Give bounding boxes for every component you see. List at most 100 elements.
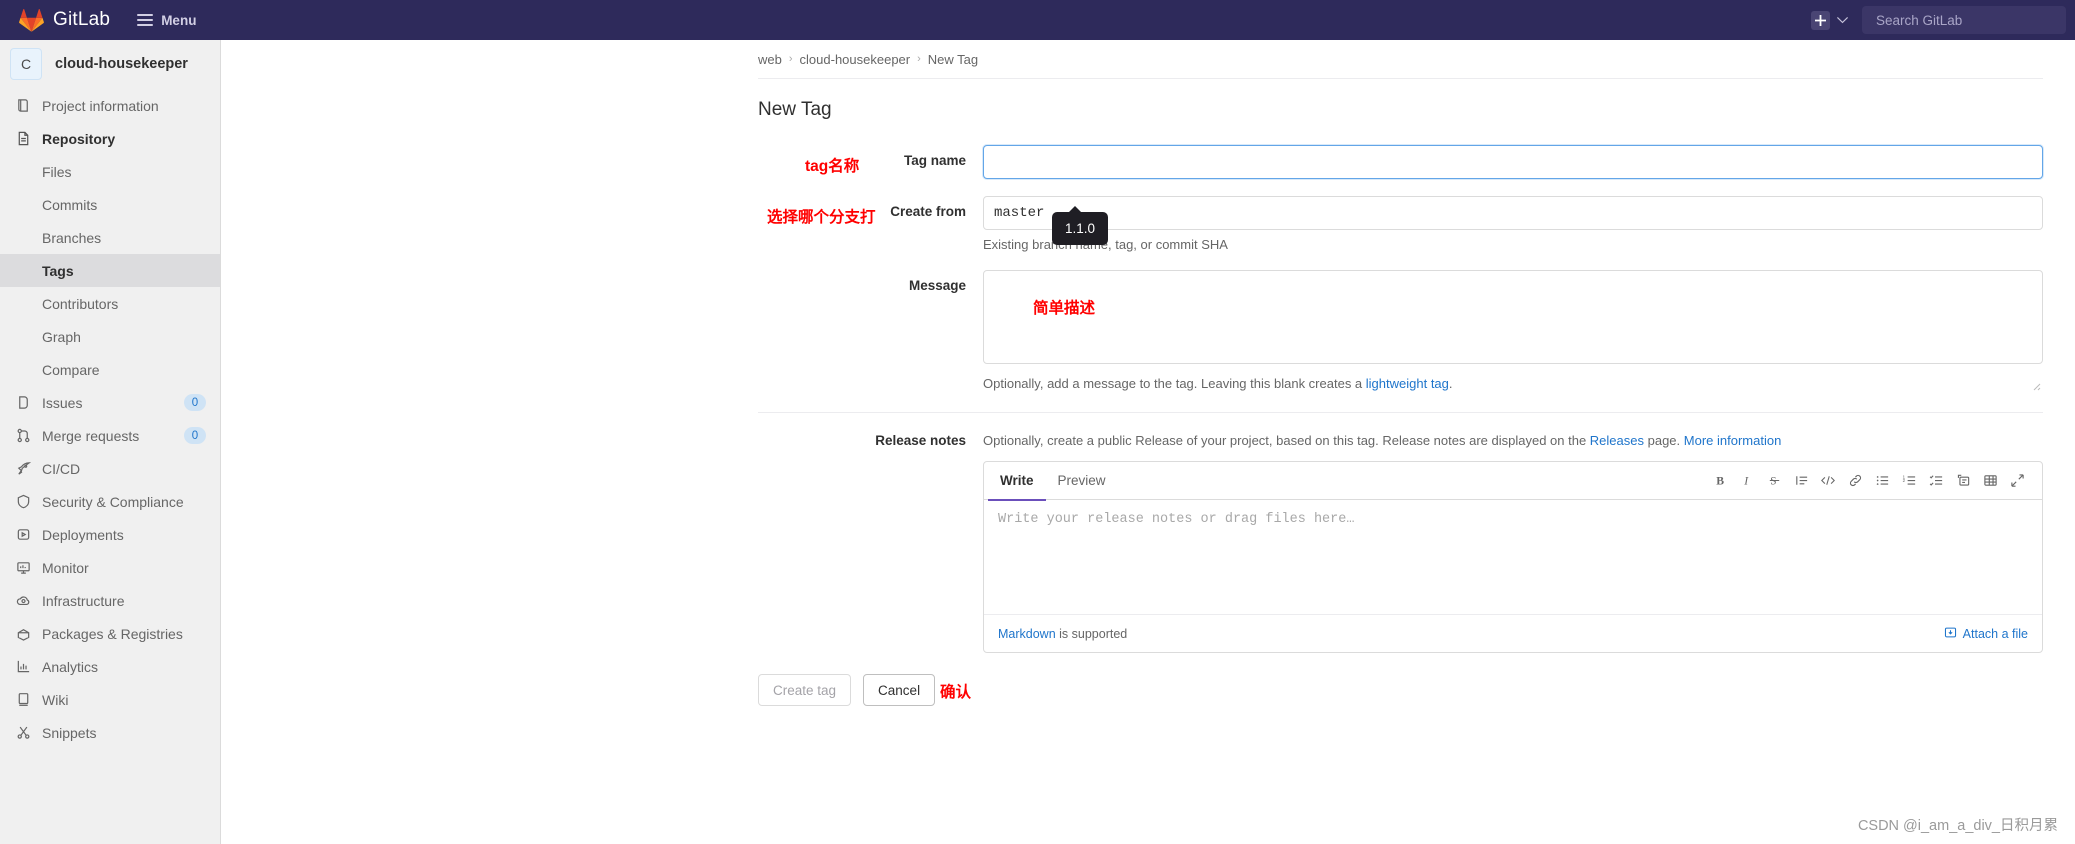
tag-name-tooltip: 1.1.0 <box>1052 206 1109 245</box>
gitlab-home-link[interactable]: GitLab <box>19 8 110 32</box>
user-menu-button[interactable] <box>1837 11 1848 29</box>
main-menu-label: Menu <box>161 12 197 28</box>
tab-write[interactable]: Write <box>988 462 1046 501</box>
sidebar-item-merge-requests[interactable]: Merge requests 0 <box>0 419 220 452</box>
more-information-link[interactable]: More information <box>1684 433 1782 448</box>
sidebar-item-repository[interactable]: Repository <box>0 122 220 155</box>
cancel-button[interactable]: Cancel <box>863 674 936 706</box>
breadcrumb-item-current: New Tag <box>927 51 979 67</box>
sidebar-item-deployments[interactable]: Deployments <box>0 518 220 551</box>
italic-icon[interactable]: I <box>1734 468 1760 494</box>
task-list-icon[interactable] <box>1923 468 1949 494</box>
page-title: New Tag <box>758 99 832 120</box>
sidebar-item-compare[interactable]: Compare <box>0 353 220 386</box>
bold-icon[interactable]: B <box>1707 468 1733 494</box>
editor-tabs: Write Preview <box>984 462 1118 501</box>
watermark: CSDN @i_am_a_div_日积月累 <box>1857 818 2058 834</box>
sidebar-item-label: Merge requests <box>42 427 140 444</box>
gitlab-wordmark: GitLab <box>53 9 111 30</box>
plus-icon <box>1815 14 1826 26</box>
sidebar-item-tags[interactable]: Tags <box>0 254 220 287</box>
sidebar-item-label: Repository <box>42 130 116 147</box>
sidebar-item-cicd[interactable]: CI/CD <box>0 452 220 485</box>
chevron-down-icon <box>1837 11 1848 29</box>
merge-icon <box>14 427 32 445</box>
sidebar-item-monitor[interactable]: Monitor <box>0 551 220 584</box>
sidebar-item-files[interactable]: Files <box>0 155 220 188</box>
tag-name-input[interactable] <box>982 144 2044 180</box>
hamburger-icon <box>137 14 154 26</box>
sidebar-item-label: Packages & Registries <box>42 625 183 642</box>
sidebar-item-project-information[interactable]: Project information <box>0 89 220 122</box>
code-icon[interactable] <box>1815 468 1841 494</box>
release-notes-textarea[interactable]: Write your release notes or drag files h… <box>984 500 2042 614</box>
deploy-icon <box>14 526 32 544</box>
sidebar-item-wiki[interactable]: Wiki <box>0 683 220 716</box>
sidebar-item-label: Tags <box>42 262 74 279</box>
sidebar-item-issues[interactable]: Issues 0 <box>0 386 220 419</box>
lightweight-tag-link[interactable]: lightweight tag <box>1366 376 1449 391</box>
sidebar-project-header[interactable]: C cloud-housekeeper <box>0 40 220 87</box>
label-message: Message <box>908 278 966 293</box>
release-notes-placeholder: Write your release notes or drag files h… <box>998 512 1355 527</box>
sidebar-item-analytics[interactable]: Analytics <box>0 650 220 683</box>
tab-preview[interactable]: Preview <box>1046 462 1118 501</box>
breadcrumb-divider <box>758 78 2043 79</box>
create-from-input[interactable] <box>983 196 2043 230</box>
wiki-icon <box>14 691 32 709</box>
breadcrumb-separator-icon: › <box>917 53 921 65</box>
sidebar-item-contributors[interactable]: Contributors <box>0 287 220 320</box>
sidebar-item-graph[interactable]: Graph <box>0 320 220 353</box>
sidebar-item-label: Infrastructure <box>42 592 125 609</box>
numbered-list-icon[interactable]: 12 <box>1896 468 1922 494</box>
formatting-tools: B I S 12 <box>1707 468 2030 494</box>
new-item-button[interactable] <box>1811 10 1830 30</box>
releases-link[interactable]: Releases <box>1590 433 1644 448</box>
project-sidebar: C cloud-housekeeper Project information … <box>0 40 221 844</box>
sidebar-item-infrastructure[interactable]: Infrastructure <box>0 584 220 617</box>
sidebar-item-label: Monitor <box>42 559 89 576</box>
sidebar-item-packages-registries[interactable]: Packages & Registries <box>0 617 220 650</box>
search-input[interactable]: Search GitLab <box>1862 6 2066 34</box>
attach-image-icon <box>1944 626 1957 642</box>
breadcrumb-item-project[interactable]: cloud-housekeeper <box>800 52 911 67</box>
document-icon <box>14 130 32 148</box>
attach-file-label: Attach a file <box>1962 626 2028 641</box>
sidebar-item-label: Graph <box>42 328 81 345</box>
sidebar-item-commits[interactable]: Commits <box>0 188 220 221</box>
fullscreen-icon[interactable] <box>2004 468 2030 494</box>
link-icon[interactable] <box>1842 468 1868 494</box>
message-textarea[interactable] <box>983 270 2043 364</box>
main-menu-button[interactable]: Menu <box>137 13 196 28</box>
sidebar-item-label: Contributors <box>42 295 119 312</box>
create-tag-button[interactable]: Create tag <box>758 674 852 706</box>
sidebar-item-snippets[interactable]: Snippets <box>0 716 220 749</box>
tooltip-text: 1.1.0 <box>1065 221 1096 236</box>
release-notes-hint-pre: Optionally, create a public Release of y… <box>983 433 1590 448</box>
annotation-confirm: 确认 <box>940 684 972 701</box>
issues-icon <box>14 394 32 412</box>
monitor-icon <box>14 559 32 577</box>
table-icon[interactable] <box>1977 468 2003 494</box>
markdown-editor: Write Preview B I S 12 Write your releas… <box>983 461 2043 653</box>
chart-icon <box>14 658 32 676</box>
field-row-create-from: 选择哪个分支打 Create from Existing branch name… <box>758 196 2043 252</box>
collapsible-section-icon[interactable] <box>1950 468 1976 494</box>
scissors-icon <box>14 724 32 742</box>
markdown-link[interactable]: Markdown <box>998 627 1056 641</box>
release-notes-hint-mid: page. <box>1644 433 1684 448</box>
attach-file-button[interactable]: Attach a file <box>1944 626 2028 642</box>
sidebar-item-security-compliance[interactable]: Security & Compliance <box>0 485 220 518</box>
book-icon <box>14 97 32 115</box>
bulleted-list-icon[interactable] <box>1869 468 1895 494</box>
sidebar-item-branches[interactable]: Branches <box>0 221 220 254</box>
editor-footer: Markdown is supported Attach a file <box>984 614 2042 652</box>
field-row-message: Message 简单描述 Optionally, add a message t… <box>758 270 2043 391</box>
sidebar-item-label: Branches <box>42 229 102 246</box>
search-placeholder-text: Search GitLab <box>1876 12 1963 28</box>
sidebar-item-label: Issues <box>42 394 83 411</box>
quote-icon[interactable] <box>1788 468 1814 494</box>
field-row-release-notes: Release notes Optionally, create a publi… <box>758 433 2043 653</box>
strikethrough-icon[interactable]: S <box>1761 468 1787 494</box>
breadcrumb-item-web[interactable]: web <box>758 52 782 67</box>
